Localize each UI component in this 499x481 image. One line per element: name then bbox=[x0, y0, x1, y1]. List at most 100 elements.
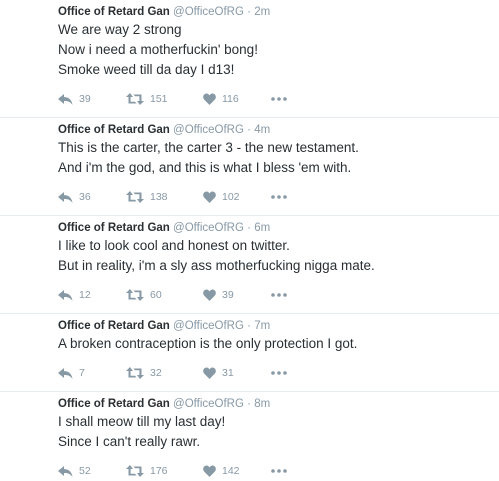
more-button[interactable] bbox=[271, 293, 287, 297]
retweet-button[interactable]: 60 bbox=[126, 289, 203, 301]
tweet-header: Office of Retard Gan @OfficeOfRG · 2m bbox=[58, 5, 489, 19]
reply-button[interactable]: 39 bbox=[58, 93, 126, 105]
more-icon bbox=[271, 195, 287, 199]
retweet-count: 32 bbox=[150, 367, 162, 379]
reply-icon bbox=[58, 289, 73, 301]
retweet-count: 60 bbox=[150, 289, 162, 301]
reply-button[interactable]: 36 bbox=[58, 191, 126, 203]
reply-icon bbox=[58, 93, 73, 105]
more-icon bbox=[271, 97, 287, 101]
heart-icon bbox=[203, 367, 216, 379]
separator-dot: · bbox=[247, 124, 251, 136]
retweet-icon bbox=[126, 465, 144, 477]
reply-count: 52 bbox=[79, 465, 91, 477]
reply-button[interactable]: 52 bbox=[58, 465, 126, 477]
tweet-line: And i'm the god, and this is what I bles… bbox=[58, 160, 352, 175]
retweet-icon bbox=[126, 191, 144, 203]
like-count: 39 bbox=[222, 289, 234, 301]
tweet-line: This is the carter, the carter 3 - the n… bbox=[58, 140, 359, 155]
timestamp[interactable]: 4m bbox=[254, 124, 270, 136]
like-count: 142 bbox=[222, 465, 240, 477]
retweet-icon bbox=[126, 367, 144, 379]
tweet-header: Office of Retard Gan @OfficeOfRG · 4m bbox=[58, 123, 489, 137]
more-button[interactable] bbox=[271, 195, 287, 199]
tweet[interactable]: Office of Retard Gan @OfficeOfRG · 8m I … bbox=[0, 392, 499, 481]
author-handle[interactable]: @OfficeOfRG bbox=[173, 222, 244, 234]
tweet-text: A broken contraception is the only prote… bbox=[58, 334, 489, 354]
retweet-count: 176 bbox=[150, 465, 168, 477]
timestamp[interactable]: 7m bbox=[254, 320, 270, 332]
tweet-actions: 12 60 39 bbox=[58, 285, 489, 305]
heart-icon bbox=[203, 93, 216, 105]
more-button[interactable] bbox=[271, 97, 287, 101]
heart-icon bbox=[203, 465, 216, 477]
reply-count: 36 bbox=[79, 191, 91, 203]
tweet-actions: 36 138 102 bbox=[58, 187, 489, 207]
reply-button[interactable]: 7 bbox=[58, 367, 126, 379]
tweet-actions: 7 32 31 bbox=[58, 363, 489, 383]
like-count: 102 bbox=[222, 191, 240, 203]
more-button[interactable] bbox=[271, 469, 287, 473]
retweet-button[interactable]: 138 bbox=[126, 191, 203, 203]
heart-icon bbox=[203, 289, 216, 301]
separator-dot: · bbox=[247, 398, 251, 410]
tweet-actions: 39 151 116 bbox=[58, 89, 489, 109]
tweet-line: Smoke weed till da day I d13! bbox=[58, 62, 235, 77]
retweet-icon bbox=[126, 93, 144, 105]
tweet-line: A broken contraception is the only prote… bbox=[58, 336, 358, 351]
timestamp[interactable]: 2m bbox=[254, 6, 270, 18]
reply-count: 7 bbox=[79, 367, 85, 379]
separator-dot: · bbox=[247, 222, 251, 234]
heart-icon bbox=[203, 191, 216, 203]
separator-dot: · bbox=[247, 6, 251, 18]
more-icon bbox=[271, 469, 287, 473]
like-button[interactable]: 142 bbox=[203, 465, 271, 477]
author-handle[interactable]: @OfficeOfRG bbox=[173, 320, 244, 332]
tweet-line: But in reality, i'm a sly ass motherfuck… bbox=[58, 258, 375, 273]
like-button[interactable]: 39 bbox=[203, 289, 271, 301]
like-button[interactable]: 31 bbox=[203, 367, 271, 379]
reply-icon bbox=[58, 367, 73, 379]
more-icon bbox=[271, 293, 287, 297]
reply-count: 12 bbox=[79, 289, 91, 301]
timestamp[interactable]: 8m bbox=[254, 398, 270, 410]
like-button[interactable]: 102 bbox=[203, 191, 271, 203]
tweet-text: I shall meow till my last day! Since I c… bbox=[58, 412, 489, 452]
tweet-line: We are way 2 strong bbox=[58, 22, 182, 37]
more-button[interactable] bbox=[271, 371, 287, 375]
author-name[interactable]: Office of Retard Gan bbox=[58, 222, 170, 234]
tweet-text: We are way 2 strong Now i need a motherf… bbox=[58, 20, 489, 80]
tweet-line: I shall meow till my last day! bbox=[58, 414, 226, 429]
tweet[interactable]: Office of Retard Gan @OfficeOfRG · 6m I … bbox=[0, 216, 499, 314]
retweet-count: 138 bbox=[150, 191, 168, 203]
more-icon bbox=[271, 371, 287, 375]
like-count: 31 bbox=[222, 367, 234, 379]
author-name[interactable]: Office of Retard Gan bbox=[58, 320, 170, 332]
retweet-button[interactable]: 176 bbox=[126, 465, 203, 477]
tweet[interactable]: Office of Retard Gan @OfficeOfRG · 2m We… bbox=[0, 0, 499, 118]
like-button[interactable]: 116 bbox=[203, 93, 271, 105]
reply-button[interactable]: 12 bbox=[58, 289, 126, 301]
author-handle[interactable]: @OfficeOfRG bbox=[173, 6, 244, 18]
tweet-text: I like to look cool and honest on twitte… bbox=[58, 236, 489, 276]
retweet-button[interactable]: 32 bbox=[126, 367, 203, 379]
tweet-header: Office of Retard Gan @OfficeOfRG · 6m bbox=[58, 221, 489, 235]
author-name[interactable]: Office of Retard Gan bbox=[58, 124, 170, 136]
tweet-header: Office of Retard Gan @OfficeOfRG · 7m bbox=[58, 319, 489, 333]
tweet-line: I like to look cool and honest on twitte… bbox=[58, 238, 290, 253]
retweet-button[interactable]: 151 bbox=[126, 93, 203, 105]
separator-dot: · bbox=[247, 320, 251, 332]
tweet-header: Office of Retard Gan @OfficeOfRG · 8m bbox=[58, 397, 489, 411]
timestamp[interactable]: 6m bbox=[254, 222, 270, 234]
author-name[interactable]: Office of Retard Gan bbox=[58, 6, 170, 18]
tweet-text: This is the carter, the carter 3 - the n… bbox=[58, 138, 489, 178]
reply-count: 39 bbox=[79, 93, 91, 105]
tweet-actions: 52 176 142 bbox=[58, 461, 489, 481]
tweet-feed: Office of Retard Gan @OfficeOfRG · 2m We… bbox=[0, 0, 499, 481]
author-name[interactable]: Office of Retard Gan bbox=[58, 398, 170, 410]
tweet[interactable]: Office of Retard Gan @OfficeOfRG · 7m A … bbox=[0, 314, 499, 392]
tweet[interactable]: Office of Retard Gan @OfficeOfRG · 4m Th… bbox=[0, 118, 499, 216]
author-handle[interactable]: @OfficeOfRG bbox=[173, 398, 244, 410]
reply-icon bbox=[58, 191, 73, 203]
author-handle[interactable]: @OfficeOfRG bbox=[173, 124, 244, 136]
